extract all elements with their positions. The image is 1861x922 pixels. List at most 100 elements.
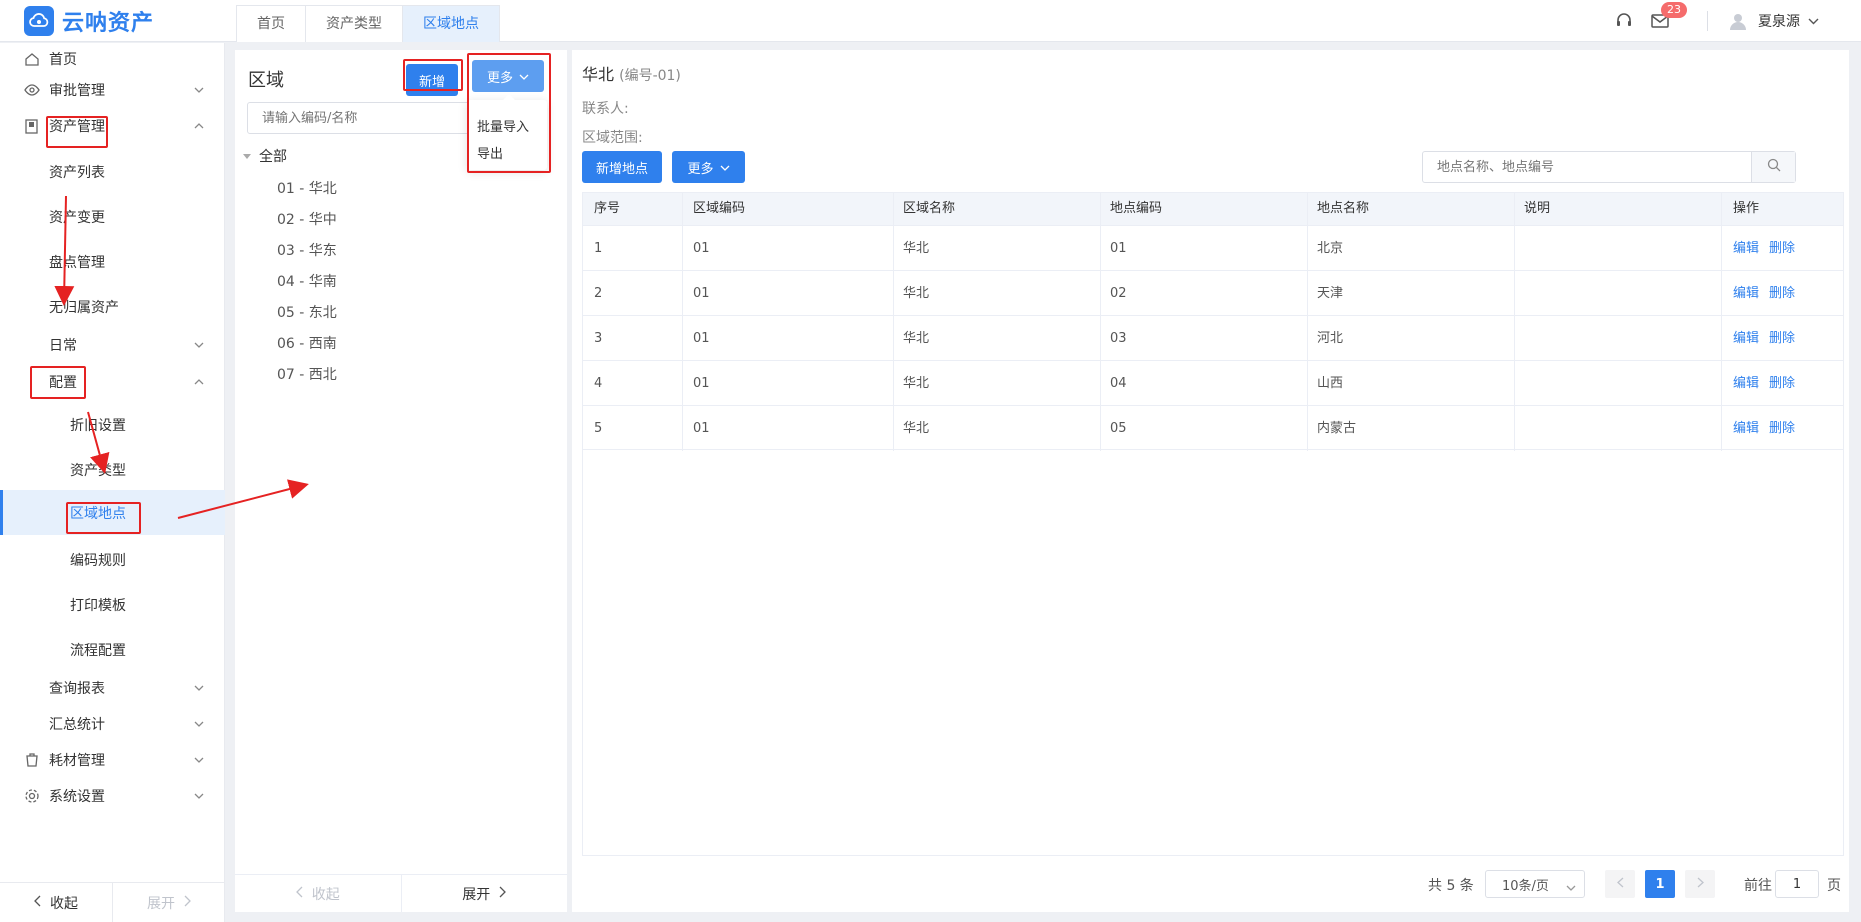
tree-node[interactable]: 05 - 东北 xyxy=(277,302,337,322)
goto-label: 前往 xyxy=(1744,878,1772,894)
tab-home[interactable]: 首页 xyxy=(237,6,306,42)
cell-location-code: 02 xyxy=(1110,286,1127,301)
chevron-right-icon xyxy=(183,895,191,911)
sidebar-item-label: 编码规则 xyxy=(70,553,126,569)
table-header: 序号 区域编码 区域名称 地点编码 地点名称 说明 操作 xyxy=(583,193,1843,225)
sidebar-item-label: 无归属资产 xyxy=(49,300,119,316)
chevron-down-icon xyxy=(720,160,730,175)
edit-link[interactable]: 编辑 xyxy=(1733,226,1759,271)
cell-region-name: 华北 xyxy=(903,331,930,346)
add-location-button[interactable]: 新增地点 xyxy=(582,151,662,183)
location-search-input[interactable] xyxy=(1423,152,1751,182)
tree-root-label: 全部 xyxy=(259,149,287,165)
sidebar-item-asset-management[interactable]: 资产管理 xyxy=(0,110,225,142)
annotation-box-config xyxy=(30,366,86,399)
delete-link[interactable]: 删除 xyxy=(1769,271,1795,316)
sidebar-item-print-template[interactable]: 打印模板 xyxy=(0,589,225,621)
cell-index: 3 xyxy=(594,331,603,346)
cell-index: 1 xyxy=(594,241,603,256)
sidebar-item-reports[interactable]: 查询报表 xyxy=(0,672,225,704)
sidebar-collapse-button[interactable]: 收起 xyxy=(0,883,112,922)
prev-page-button[interactable] xyxy=(1605,870,1635,898)
sidebar-item-label: 查询报表 xyxy=(49,681,105,697)
sidebar-item-asset-type[interactable]: 资产类型 xyxy=(0,454,225,486)
mail-icon[interactable]: 23 xyxy=(1651,2,1687,30)
annotation-box-asset-management xyxy=(46,116,108,148)
edit-link[interactable]: 编辑 xyxy=(1733,316,1759,361)
sidebar-item-label: 资产变更 xyxy=(49,210,105,226)
cell-region-code: 01 xyxy=(693,286,710,301)
cell-location-name: 河北 xyxy=(1317,331,1344,346)
edit-link[interactable]: 编辑 xyxy=(1733,406,1759,451)
tree-node[interactable]: 07 - 西北 xyxy=(277,364,337,384)
collapse-label: 收起 xyxy=(311,886,340,903)
sidebar-item-daily[interactable]: 日常 xyxy=(0,329,225,361)
tree-node[interactable]: 04 - 华南 xyxy=(277,271,337,291)
chevron-left-icon xyxy=(1616,877,1624,892)
headset-icon[interactable] xyxy=(1615,12,1633,30)
tab-region-location[interactable]: 区域地点 xyxy=(403,6,499,42)
sidebar-item-depreciation[interactable]: 折旧设置 xyxy=(0,409,225,441)
region-panel: 区域 新增 更多 全部 01 - 华北 02 - 华中 03 - 华东 04 -… xyxy=(235,50,567,912)
tab-asset-type[interactable]: 资产类型 xyxy=(306,6,403,42)
sidebar-item-home[interactable]: 首页 xyxy=(0,43,225,75)
tree-expand-button[interactable]: 展开 xyxy=(402,875,568,912)
search-button[interactable] xyxy=(1751,152,1795,182)
header-actions: 23 夏泉源 xyxy=(1597,0,1861,42)
sidebar-item-approval[interactable]: 审批管理 xyxy=(0,74,225,106)
tree-node[interactable]: 01 - 华北 xyxy=(277,178,337,198)
sidebar-item-coding-rules[interactable]: 编码规则 xyxy=(0,544,225,576)
delete-link[interactable]: 删除 xyxy=(1769,316,1795,361)
page-button-current[interactable]: 1 xyxy=(1645,870,1675,898)
sidebar-item-asset-change[interactable]: 资产变更 xyxy=(0,201,225,233)
cell-region-name: 华北 xyxy=(903,376,930,391)
user-menu[interactable]: 夏泉源 xyxy=(1728,11,1819,31)
top-header: 云呐资产 首页 资产类型 区域地点 23 夏泉源 xyxy=(0,0,1861,42)
search-icon xyxy=(1767,158,1781,176)
region-range-label: 区域范围: xyxy=(582,130,643,146)
next-page-button[interactable] xyxy=(1685,870,1715,898)
chevron-right-icon xyxy=(1697,877,1704,892)
cell-location-code: 01 xyxy=(1110,241,1127,256)
edit-link[interactable]: 编辑 xyxy=(1733,361,1759,406)
chevron-left-icon xyxy=(295,886,304,902)
sidebar-item-label: 审批管理 xyxy=(49,83,105,99)
total-count: 共 5 条 xyxy=(1428,878,1474,894)
consumable-icon xyxy=(24,752,40,768)
tree-node[interactable]: 06 - 西南 xyxy=(277,333,337,353)
region-search-input[interactable] xyxy=(247,102,473,134)
location-more-button[interactable]: 更多 xyxy=(672,151,745,183)
column-header: 说明 xyxy=(1524,201,1551,216)
chevron-left-icon xyxy=(34,895,42,911)
cell-location-name: 天津 xyxy=(1317,286,1344,301)
pagination: 共 5 条 10条/页 1 前往 1 页 xyxy=(572,870,1849,900)
goto-page-input[interactable]: 1 xyxy=(1775,870,1819,898)
tree-node[interactable]: 03 - 华东 xyxy=(277,240,337,260)
page-size-select[interactable]: 10条/页 xyxy=(1485,870,1585,898)
tree-collapse-button[interactable]: 收起 xyxy=(235,875,402,912)
delete-link[interactable]: 删除 xyxy=(1769,361,1795,406)
edit-link[interactable]: 编辑 xyxy=(1733,271,1759,316)
sidebar-item-system-settings[interactable]: 系统设置 xyxy=(0,780,225,812)
region-panel-title: 区域 xyxy=(248,70,284,91)
delete-link[interactable]: 删除 xyxy=(1769,226,1795,271)
cell-location-code: 04 xyxy=(1110,376,1127,391)
sidebar-item-workflow[interactable]: 流程配置 xyxy=(0,634,225,666)
sidebar-item-inventory[interactable]: 盘点管理 xyxy=(0,246,225,278)
sidebar: 首页 审批管理 资产管理 资产列表 资产变更 盘点管理 无归属资产 日常 配置 … xyxy=(0,43,225,922)
page-size-value: 10条/页 xyxy=(1502,878,1549,894)
app-name: 云呐资产 xyxy=(62,11,155,36)
sidebar-item-label: 首页 xyxy=(49,52,77,68)
sidebar-item-unowned-assets[interactable]: 无归属资产 xyxy=(0,291,225,323)
chevron-up-icon xyxy=(193,376,205,388)
sidebar-item-consumables[interactable]: 耗材管理 xyxy=(0,744,225,776)
tree-root[interactable]: 全部 xyxy=(243,146,287,166)
sidebar-item-asset-list[interactable]: 资产列表 xyxy=(0,156,225,188)
sidebar-item-statistics[interactable]: 汇总统计 xyxy=(0,708,225,740)
sidebar-footer: 收起 展开 xyxy=(0,882,225,922)
sidebar-expand-button[interactable]: 展开 xyxy=(112,883,225,922)
delete-link[interactable]: 删除 xyxy=(1769,406,1795,451)
page-tabs: 首页 资产类型 区域地点 xyxy=(236,5,500,42)
tree-node[interactable]: 02 - 华中 xyxy=(277,209,337,229)
cell-location-name: 内蒙古 xyxy=(1317,421,1357,436)
